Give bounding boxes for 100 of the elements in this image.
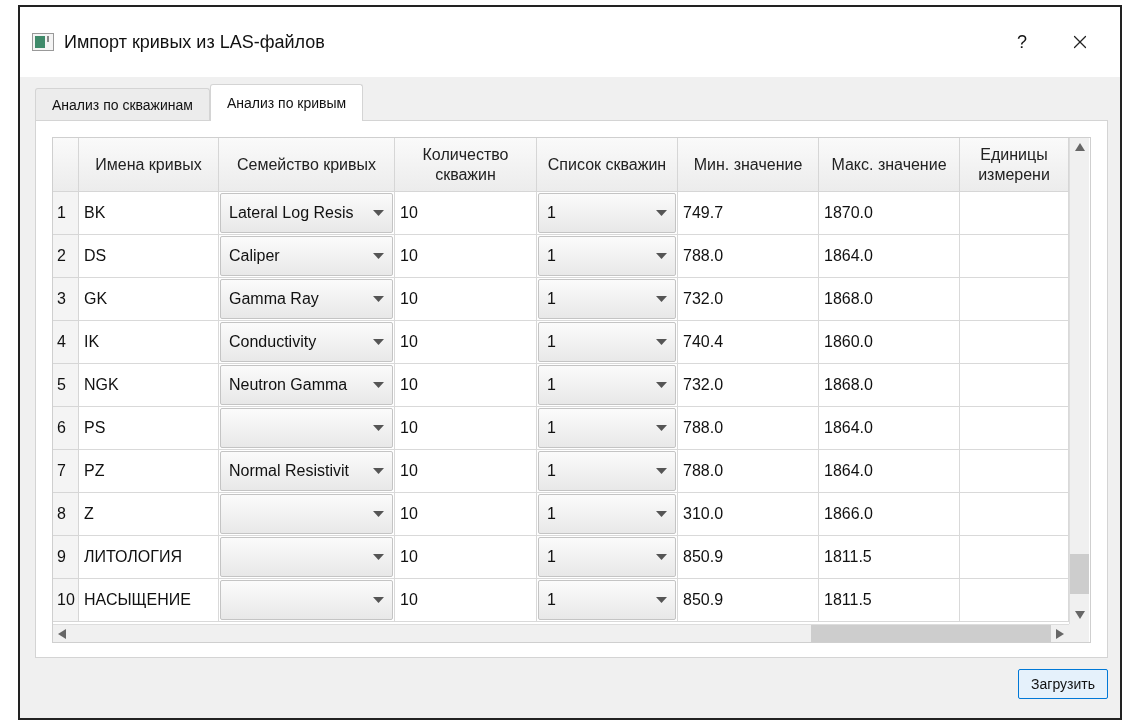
table-cell: 1864.0	[819, 407, 960, 450]
family-dropdown[interactable]	[220, 494, 393, 534]
table-cell: 850.9	[678, 536, 819, 579]
table-cell: 1864.0	[819, 450, 960, 493]
column-header[interactable]: Количество скважин	[395, 138, 537, 192]
table-cell: 10	[395, 192, 537, 235]
tab[interactable]: Анализ по кривым	[209, 84, 364, 121]
row-header: 6	[53, 407, 79, 450]
column-header[interactable]: Мин. значение	[678, 138, 819, 192]
table-cell: 1868.0	[819, 364, 960, 407]
row-header: 1	[53, 192, 79, 235]
row-header: 2	[53, 235, 79, 278]
wells-dropdown[interactable]: 1	[538, 451, 676, 491]
table-cell: PZ	[79, 450, 219, 493]
caret-icon	[656, 468, 667, 474]
table-cell: 740.4	[678, 321, 819, 364]
caret-icon	[373, 511, 384, 517]
caret-icon	[656, 554, 667, 560]
family-dropdown[interactable]: Normal Resistivit	[220, 451, 393, 491]
column-header[interactable]: Макс. значение	[819, 138, 960, 192]
table-cell: 10	[395, 364, 537, 407]
tab[interactable]: Анализ по скважинам	[35, 88, 210, 120]
horizontal-scrollbar[interactable]	[53, 624, 1069, 642]
table-cell: 850.9	[678, 579, 819, 622]
caret-icon	[373, 339, 384, 345]
table-cell: 732.0	[678, 364, 819, 407]
caret-icon	[656, 210, 667, 216]
caret-icon	[373, 425, 384, 431]
load-button[interactable]: Загрузить	[1018, 669, 1108, 699]
table-cell: 1866.0	[819, 493, 960, 536]
family-dropdown[interactable]	[220, 408, 393, 448]
table-cell: BK	[79, 192, 219, 235]
column-header[interactable]: Семейство кривых	[219, 138, 395, 192]
wells-dropdown[interactable]: 1	[538, 279, 676, 319]
row-header: 8	[53, 493, 79, 536]
table-cell: NGK	[79, 364, 219, 407]
window-title: Импорт кривых из LAS-файлов	[64, 31, 326, 53]
caret-icon	[656, 425, 667, 431]
wells-dropdown[interactable]: 1	[538, 365, 676, 405]
table-cell: 10	[395, 536, 537, 579]
caret-icon	[656, 597, 667, 603]
table-cell: IK	[79, 321, 219, 364]
help-button[interactable]: ?	[1002, 31, 1042, 53]
family-dropdown[interactable]: Neutron Gamma	[220, 365, 393, 405]
column-header[interactable]: Список скважин	[537, 138, 678, 192]
table-cell: 10	[395, 321, 537, 364]
app-icon	[32, 33, 54, 51]
wells-dropdown[interactable]: 1	[538, 408, 676, 448]
column-header[interactable]: Имена кривых	[79, 138, 219, 192]
row-header: 9	[53, 536, 79, 579]
wells-dropdown[interactable]: 1	[538, 580, 676, 620]
table-cell: PS	[79, 407, 219, 450]
caret-icon	[656, 339, 667, 345]
table-cell: 310.0	[678, 493, 819, 536]
table-cell: 10	[395, 450, 537, 493]
row-header: 10	[53, 579, 79, 622]
vertical-scrollbar[interactable]	[1069, 138, 1089, 624]
column-header[interactable]: Единицы измерени	[960, 138, 1069, 192]
wells-dropdown[interactable]: 1	[538, 537, 676, 577]
caret-icon	[656, 296, 667, 302]
caret-icon	[373, 554, 384, 560]
scroll-down-icon[interactable]	[1075, 611, 1085, 619]
caret-icon	[373, 296, 384, 302]
table-cell: 1811.5	[819, 579, 960, 622]
wells-dropdown[interactable]: 1	[538, 193, 676, 233]
family-dropdown[interactable]: Conductivity	[220, 322, 393, 362]
family-dropdown[interactable]: Caliper	[220, 236, 393, 276]
scroll-thumb[interactable]	[811, 625, 1051, 642]
wells-dropdown[interactable]: 1	[538, 236, 676, 276]
row-header: 7	[53, 450, 79, 493]
wells-dropdown[interactable]: 1	[538, 494, 676, 534]
table-cell: 10	[395, 235, 537, 278]
table-cell: 1864.0	[819, 235, 960, 278]
family-dropdown[interactable]: Gamma Ray	[220, 279, 393, 319]
table-cell: 1811.5	[819, 536, 960, 579]
table-cell: НАСЫЩЕНИЕ	[79, 579, 219, 622]
table-cell: 1870.0	[819, 192, 960, 235]
caret-icon	[656, 511, 667, 517]
table-cell: GK	[79, 278, 219, 321]
caret-icon	[656, 253, 667, 259]
table-cell: 788.0	[678, 407, 819, 450]
table-cell: 10	[395, 493, 537, 536]
table-cell: 732.0	[678, 278, 819, 321]
family-dropdown[interactable]	[220, 580, 393, 620]
table-cell: ЛИТОЛОГИЯ	[79, 536, 219, 579]
table-cell: Z	[79, 493, 219, 536]
scroll-right-icon[interactable]	[1056, 628, 1064, 639]
scroll-left-icon[interactable]	[58, 628, 66, 639]
row-header: 4	[53, 321, 79, 364]
table-cell: 1868.0	[819, 278, 960, 321]
family-dropdown[interactable]: Lateral Log Resis	[220, 193, 393, 233]
wells-dropdown[interactable]: 1	[538, 322, 676, 362]
scroll-thumb[interactable]	[1070, 554, 1089, 594]
table-cell: 788.0	[678, 235, 819, 278]
caret-icon	[373, 210, 384, 216]
table-cell: 10	[395, 407, 537, 450]
scroll-up-icon[interactable]	[1075, 143, 1085, 151]
table-cell: 749.7	[678, 192, 819, 235]
caret-icon	[373, 597, 384, 603]
family-dropdown[interactable]	[220, 537, 393, 577]
